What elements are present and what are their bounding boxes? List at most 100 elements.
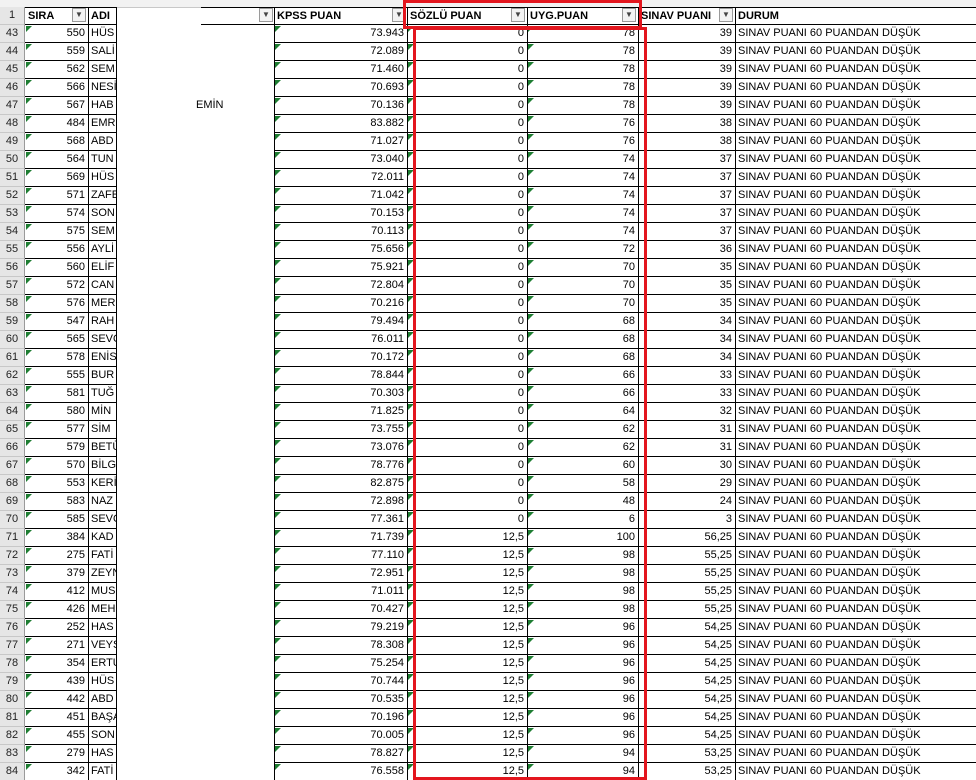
row-header[interactable]: 75 <box>0 601 25 619</box>
cell-sira[interactable]: 571 <box>25 187 88 205</box>
cell-adi[interactable]: SEVO <box>88 511 116 529</box>
cell-sinav[interactable]: 38 <box>638 133 735 151</box>
row-header[interactable]: 56 <box>0 259 25 277</box>
cell-sira[interactable]: 574 <box>25 205 88 223</box>
row-header[interactable]: 63 <box>0 385 25 403</box>
cell-sira[interactable]: 580 <box>25 403 88 421</box>
cell-adi[interactable]: HAS <box>88 619 116 637</box>
cell-sinav[interactable]: 38 <box>638 115 735 133</box>
cell-durum[interactable]: SINAV PUANI 60 PUANDAN DÜŞÜK <box>735 691 976 709</box>
cell-sira[interactable]: 562 <box>25 61 88 79</box>
cell-durum[interactable]: SINAV PUANI 60 PUANDAN DÜŞÜK <box>735 349 976 367</box>
cell-adi[interactable]: VEYS <box>88 637 116 655</box>
cell-sira[interactable]: 578 <box>25 349 88 367</box>
row-header[interactable]: 76 <box>0 619 25 637</box>
cell-sinav[interactable]: 37 <box>638 223 735 241</box>
cell-sira[interactable]: 564 <box>25 151 88 169</box>
cell-kpss[interactable]: 70.136 <box>274 97 407 115</box>
cell-sira[interactable]: 484 <box>25 115 88 133</box>
cell-durum[interactable]: SINAV PUANI 60 PUANDAN DÜŞÜK <box>735 43 976 61</box>
cell-sira[interactable]: 547 <box>25 313 88 331</box>
cell-durum[interactable]: SINAV PUANI 60 PUANDAN DÜŞÜK <box>735 403 976 421</box>
cell-sinav[interactable]: 54,25 <box>638 637 735 655</box>
cell-durum[interactable]: SINAV PUANI 60 PUANDAN DÜŞÜK <box>735 637 976 655</box>
cell-kpss[interactable]: 73.040 <box>274 151 407 169</box>
cell-kpss[interactable]: 72.011 <box>274 169 407 187</box>
cell-durum[interactable]: SINAV PUANI 60 PUANDAN DÜŞÜK <box>735 511 976 529</box>
row-header[interactable]: 57 <box>0 277 25 295</box>
cell-sira[interactable]: 570 <box>25 457 88 475</box>
cell-kpss[interactable]: 70.535 <box>274 691 407 709</box>
cell-durum[interactable]: SINAV PUANI 60 PUANDAN DÜŞÜK <box>735 619 976 637</box>
cell-kpss[interactable]: 77.110 <box>274 547 407 565</box>
cell-sira[interactable]: 275 <box>25 547 88 565</box>
cell-kpss[interactable]: 72.898 <box>274 493 407 511</box>
row-header[interactable]: 83 <box>0 745 25 763</box>
cell-durum[interactable]: SINAV PUANI 60 PUANDAN DÜŞÜK <box>735 169 976 187</box>
cell-adi[interactable]: BAŞA <box>88 709 116 727</box>
cell-adi[interactable]: NAZ <box>88 493 116 511</box>
row-header[interactable]: 77 <box>0 637 25 655</box>
cell-durum[interactable]: SINAV PUANI 60 PUANDAN DÜŞÜK <box>735 547 976 565</box>
cell-kpss[interactable]: 70.744 <box>274 673 407 691</box>
row-header[interactable]: 48 <box>0 115 25 133</box>
cell-sinav[interactable]: 56,25 <box>638 529 735 547</box>
cell-adi[interactable]: ABD <box>88 691 116 709</box>
row-header[interactable]: 65 <box>0 421 25 439</box>
cell-adi[interactable]: SEVO <box>88 331 116 349</box>
cell-adi[interactable]: HÜS <box>88 25 116 43</box>
row-header[interactable]: 50 <box>0 151 25 169</box>
cell-sira[interactable]: 567 <box>25 97 88 115</box>
row-header[interactable]: 54 <box>0 223 25 241</box>
row-header[interactable]: 52 <box>0 187 25 205</box>
cell-durum[interactable]: SINAV PUANI 60 PUANDAN DÜŞÜK <box>735 331 976 349</box>
cell-kpss[interactable]: 79.494 <box>274 313 407 331</box>
cell-sira[interactable]: 342 <box>25 763 88 780</box>
cell-sira[interactable]: 550 <box>25 25 88 43</box>
cell-durum[interactable]: SINAV PUANI 60 PUANDAN DÜŞÜK <box>735 727 976 745</box>
row-header[interactable]: 73 <box>0 565 25 583</box>
cell-sira[interactable]: 555 <box>25 367 88 385</box>
row-header[interactable]: 45 <box>0 61 25 79</box>
cell-sinav[interactable]: 39 <box>638 61 735 79</box>
cell-adi[interactable]: ENİS <box>88 349 116 367</box>
cell-sinav[interactable]: 36 <box>638 241 735 259</box>
cell-adi[interactable]: HAB <box>88 97 116 115</box>
cell-durum[interactable]: SINAV PUANI 60 PUANDAN DÜŞÜK <box>735 385 976 403</box>
cell-kpss[interactable]: 70.216 <box>274 295 407 313</box>
cell-kpss[interactable]: 77.361 <box>274 511 407 529</box>
row-header[interactable]: 69 <box>0 493 25 511</box>
cell-kpss[interactable]: 71.027 <box>274 133 407 151</box>
cell-sinav[interactable]: 34 <box>638 313 735 331</box>
cell-sinav[interactable]: 55,25 <box>638 547 735 565</box>
cell-kpss[interactable]: 76.011 <box>274 331 407 349</box>
cell-durum[interactable]: SINAV PUANI 60 PUANDAN DÜŞÜK <box>735 655 976 673</box>
cell-durum[interactable]: SINAV PUANI 60 PUANDAN DÜŞÜK <box>735 529 976 547</box>
cell-sinav[interactable]: 24 <box>638 493 735 511</box>
cell-sinav[interactable]: 37 <box>638 187 735 205</box>
cell-adi[interactable]: KAD <box>88 529 116 547</box>
row-header[interactable]: 82 <box>0 727 25 745</box>
row-header[interactable]: 67 <box>0 457 25 475</box>
cell-sinav[interactable]: 39 <box>638 25 735 43</box>
cell-kpss[interactable]: 70.693 <box>274 79 407 97</box>
cell-sira[interactable]: 455 <box>25 727 88 745</box>
header-durum[interactable]: DURUM <box>735 7 976 25</box>
cell-sinav[interactable]: 29 <box>638 475 735 493</box>
cell-sira[interactable]: 279 <box>25 745 88 763</box>
cell-durum[interactable]: SINAV PUANI 60 PUANDAN DÜŞÜK <box>735 61 976 79</box>
cell-adi[interactable]: SEM <box>88 61 116 79</box>
cell-kpss[interactable]: 78.827 <box>274 745 407 763</box>
cell-sinav[interactable]: 55,25 <box>638 583 735 601</box>
row-header[interactable]: 71 <box>0 529 25 547</box>
cell-adi[interactable]: SEM <box>88 223 116 241</box>
row-header[interactable]: 51 <box>0 169 25 187</box>
cell-adi[interactable]: SİM <box>88 421 116 439</box>
cell-durum[interactable]: SINAV PUANI 60 PUANDAN DÜŞÜK <box>735 673 976 691</box>
row-header[interactable]: 59 <box>0 313 25 331</box>
cell-adi[interactable]: MER <box>88 295 116 313</box>
cell-sinav[interactable]: 54,25 <box>638 619 735 637</box>
cell-sira[interactable]: 579 <box>25 439 88 457</box>
cell-kpss[interactable]: 78.844 <box>274 367 407 385</box>
cell-sira[interactable]: 412 <box>25 583 88 601</box>
